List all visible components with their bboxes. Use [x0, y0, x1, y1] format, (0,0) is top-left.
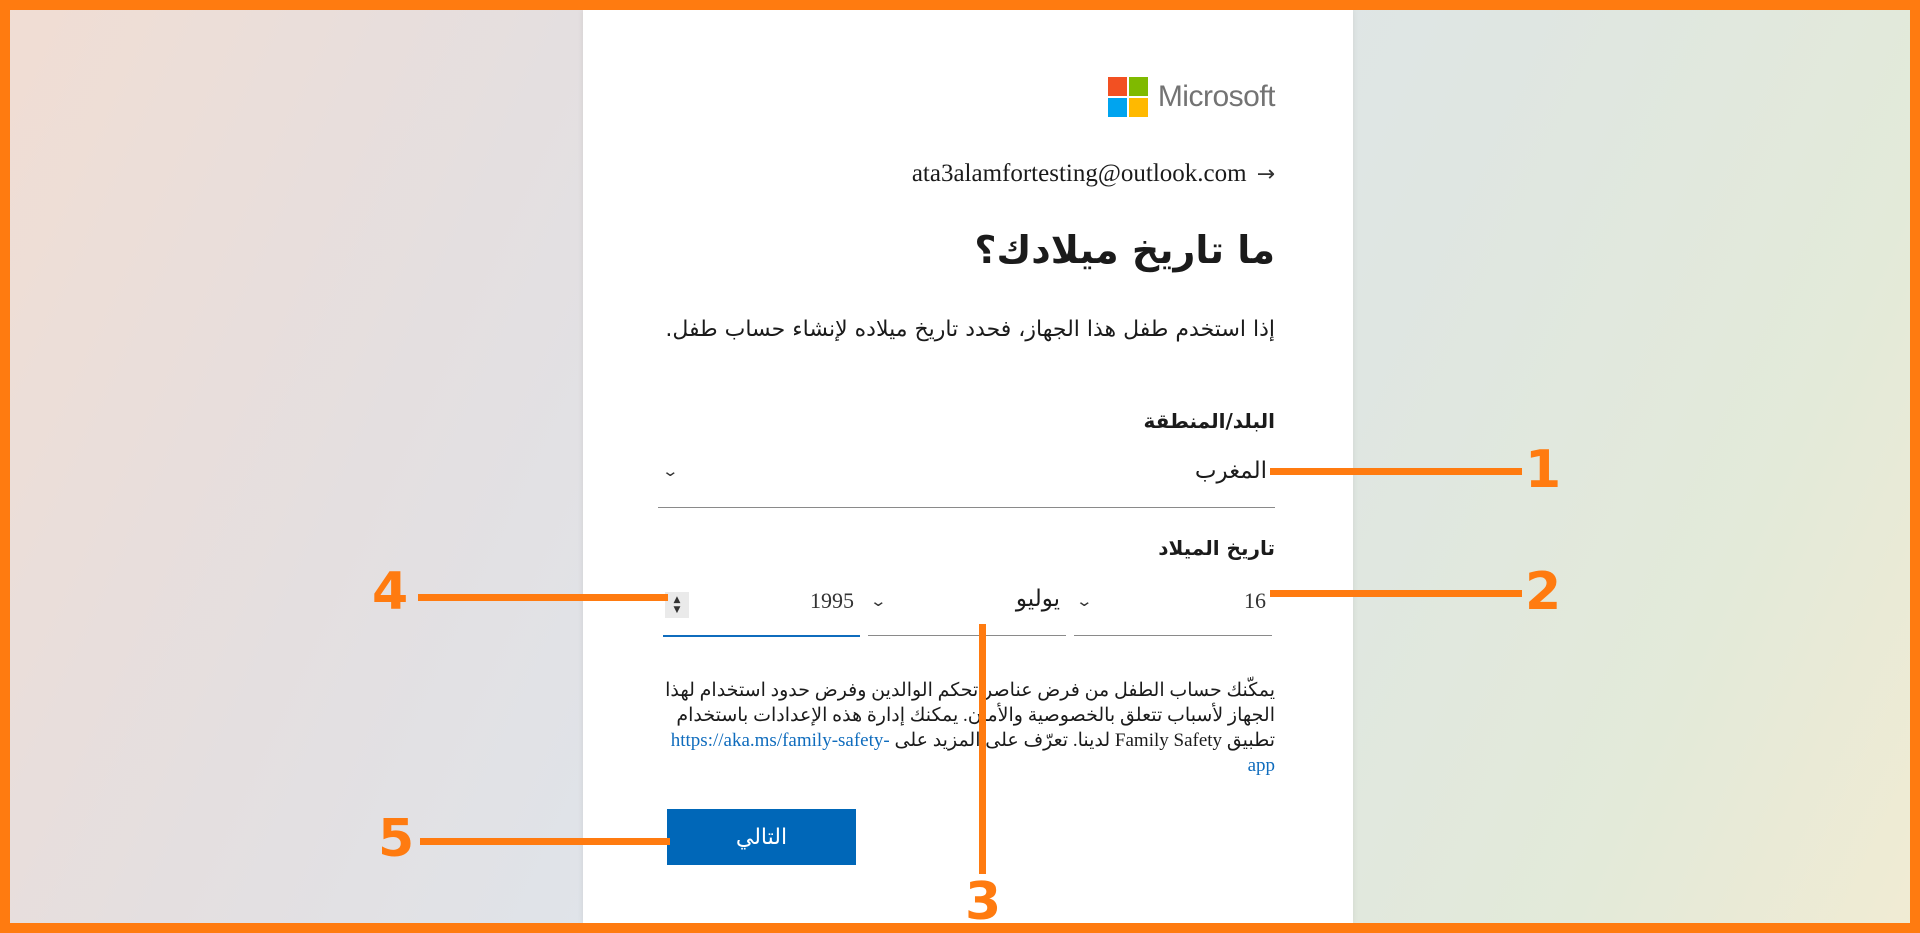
- logo-square-blue: [1107, 98, 1127, 117]
- page-description: إذا استخدم طفل هذا الجهاز، فحدد تاريخ مي…: [665, 317, 1275, 342]
- logo-square-red: [1107, 77, 1127, 96]
- signup-card: Microsoft ata3alamfortesting@outlook.com…: [583, 10, 1353, 923]
- account-email: ata3alamfortesting@outlook.com: [911, 160, 1247, 187]
- page-title: ما تاريخ ميلادك؟: [974, 228, 1275, 272]
- country-value: المغرب: [1194, 458, 1267, 484]
- birth-month-value: يوليو: [1015, 586, 1060, 612]
- annotation-number-4: 4: [372, 562, 409, 622]
- annotation-line-5: [420, 838, 670, 845]
- country-dropdown[interactable]: المغرب ⌄: [658, 450, 1275, 508]
- annotation-number-1: 1: [1525, 440, 1562, 500]
- annotation-number-2: 2: [1525, 562, 1562, 622]
- account-identity: ata3alamfortesting@outlook.com →: [912, 160, 1275, 188]
- annotation-number-3: 3: [965, 872, 1002, 932]
- country-label: البلد/المنطقة: [1143, 409, 1276, 433]
- annotation-line-4: [418, 594, 668, 601]
- spin-up-icon[interactable]: ▲: [674, 595, 681, 605]
- birth-year-value: 1995: [810, 588, 854, 613]
- logo-text: Microsoft: [1157, 80, 1276, 113]
- annotation-line-3: [979, 624, 986, 874]
- year-spinner[interactable]: ▲ ▼: [665, 592, 689, 618]
- microsoft-logo-icon: [1107, 77, 1148, 117]
- annotation-number-5: 5: [378, 809, 415, 869]
- birth-year-input[interactable]: 1995 ▲ ▼: [663, 580, 860, 637]
- back-arrow-icon[interactable]: →: [1257, 162, 1275, 187]
- child-account-notice: يمكّنك حساب الطفل من فرض عناصر تحكم الوا…: [665, 678, 1275, 778]
- annotation-line-1: [1270, 468, 1522, 475]
- chevron-down-icon: ⌄: [1075, 592, 1094, 610]
- microsoft-logo: Microsoft: [1107, 77, 1276, 117]
- chevron-down-icon: ⌄: [661, 462, 680, 480]
- logo-square-green: [1128, 77, 1148, 96]
- birth-month-dropdown[interactable]: يوليو ⌄: [868, 580, 1066, 636]
- annotation-line-2: [1270, 590, 1522, 597]
- birth-day-value: 16: [1244, 588, 1266, 613]
- chevron-down-icon: ⌄: [869, 592, 888, 610]
- next-button[interactable]: التالي: [667, 809, 856, 865]
- birth-day-dropdown[interactable]: 16 ⌄: [1074, 580, 1272, 636]
- logo-square-yellow: [1128, 98, 1148, 117]
- spin-down-icon[interactable]: ▼: [674, 605, 681, 615]
- birthdate-label: تاريخ الميلاد: [1158, 536, 1275, 560]
